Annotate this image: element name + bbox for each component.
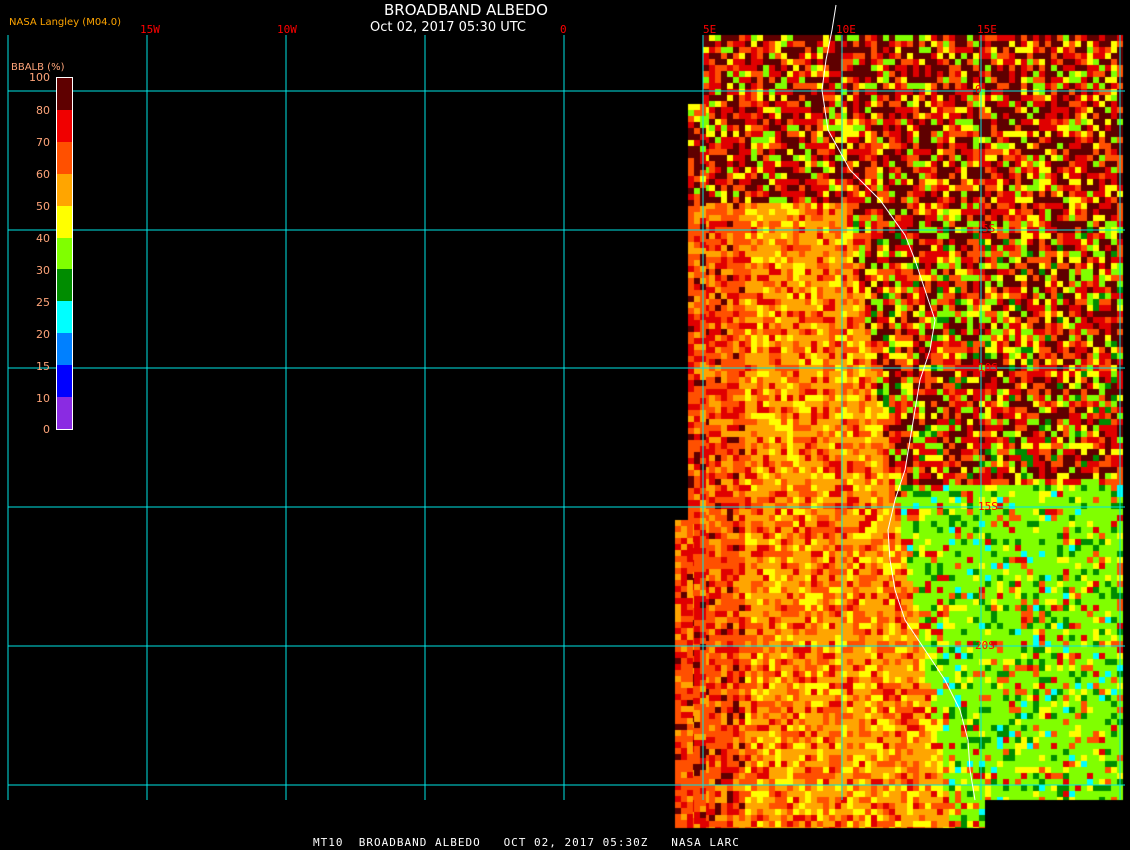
legend-swatch xyxy=(57,397,72,429)
legend-tick: 20 xyxy=(36,328,50,341)
lon-label: 10W xyxy=(277,23,297,36)
legend-tick: 15 xyxy=(36,360,50,373)
map-datetime: Oct 02, 2017 05:30 UTC xyxy=(370,20,526,35)
lat-lon-grid xyxy=(7,35,1125,800)
lon-label: 0 xyxy=(560,23,567,36)
lat-label: 15S xyxy=(978,500,998,513)
legend-tick: 100 xyxy=(29,71,50,84)
legend-swatch xyxy=(57,109,72,142)
legend-swatch xyxy=(57,173,72,206)
legend-swatch xyxy=(57,141,72,174)
legend-swatch xyxy=(57,365,72,398)
lon-label: 15W xyxy=(140,23,160,36)
lat-label: 10S xyxy=(978,361,998,374)
legend-tick: 50 xyxy=(36,200,50,213)
map-title: BROADBAND ALBEDO xyxy=(384,1,548,19)
footer-caption: MT10 BROADBAND ALBEDO OCT 02, 2017 05:30… xyxy=(313,836,740,849)
legend-swatch xyxy=(57,78,72,110)
lon-label: 5E xyxy=(703,23,717,36)
coastline xyxy=(821,4,976,801)
satellite-map-view: BROADBAND ALBEDO Oct 02, 2017 05:30 UTC … xyxy=(0,0,1130,850)
lon-label: 10E xyxy=(836,23,856,36)
lat-label: 5S xyxy=(982,222,996,235)
credit-label: NASA Langley (M04.0) xyxy=(9,17,121,28)
legend-color-bar xyxy=(56,77,73,430)
legend-tick: 60 xyxy=(36,168,50,181)
legend-swatch xyxy=(57,237,72,270)
legend-swatch xyxy=(57,333,72,366)
legend-tick: 25 xyxy=(36,296,50,309)
lat-label: 20S xyxy=(975,639,995,652)
legend-tick: 30 xyxy=(36,264,50,277)
legend-tick: 40 xyxy=(36,232,50,245)
legend-tick: 80 xyxy=(36,104,50,117)
legend-swatch xyxy=(57,269,72,302)
legend-tick: 10 xyxy=(36,392,50,405)
legend-swatch xyxy=(57,301,72,334)
map-overlay xyxy=(7,4,1125,801)
lon-label: 15E xyxy=(977,23,997,36)
lat-label: 0 xyxy=(975,83,982,96)
legend-swatch xyxy=(57,205,72,238)
legend-tick: 70 xyxy=(36,136,50,149)
legend-tick: 0 xyxy=(43,423,50,436)
